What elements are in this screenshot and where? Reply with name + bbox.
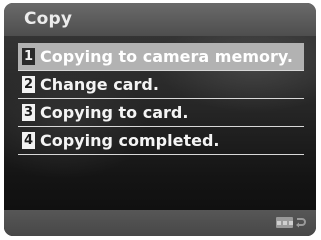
menu-item-label: Change card. <box>40 75 159 94</box>
menu-item-label: Copying completed. <box>40 131 220 150</box>
menu-button-icon <box>276 217 293 228</box>
copy-steps-menu: 1 Copying to camera memory. 2 Change car… <box>18 43 304 155</box>
menu-item-copy-to-memory[interactable]: 1 Copying to camera memory. <box>18 43 304 71</box>
step-number-badge: 4 <box>22 132 35 149</box>
menu-item-change-card[interactable]: 2 Change card. <box>18 71 304 99</box>
footer-bar <box>4 210 316 236</box>
step-number-badge: 3 <box>22 104 35 121</box>
page-title: Copy <box>24 9 73 29</box>
step-number-badge: 2 <box>22 76 35 93</box>
menu-item-copy-to-card[interactable]: 3 Copying to card. <box>18 99 304 127</box>
menu-item-label: Copying to card. <box>40 103 189 122</box>
step-number-badge: 1 <box>22 48 35 65</box>
back-button[interactable] <box>276 215 306 230</box>
menu-item-copy-completed[interactable]: 4 Copying completed. <box>18 127 304 155</box>
camera-screen: Copy 1 Copying to camera memory. 2 Chang… <box>4 3 316 236</box>
menu-item-label: Copying to camera memory. <box>40 47 293 66</box>
header-bar: Copy <box>4 3 316 36</box>
return-arrow-icon <box>296 217 306 227</box>
